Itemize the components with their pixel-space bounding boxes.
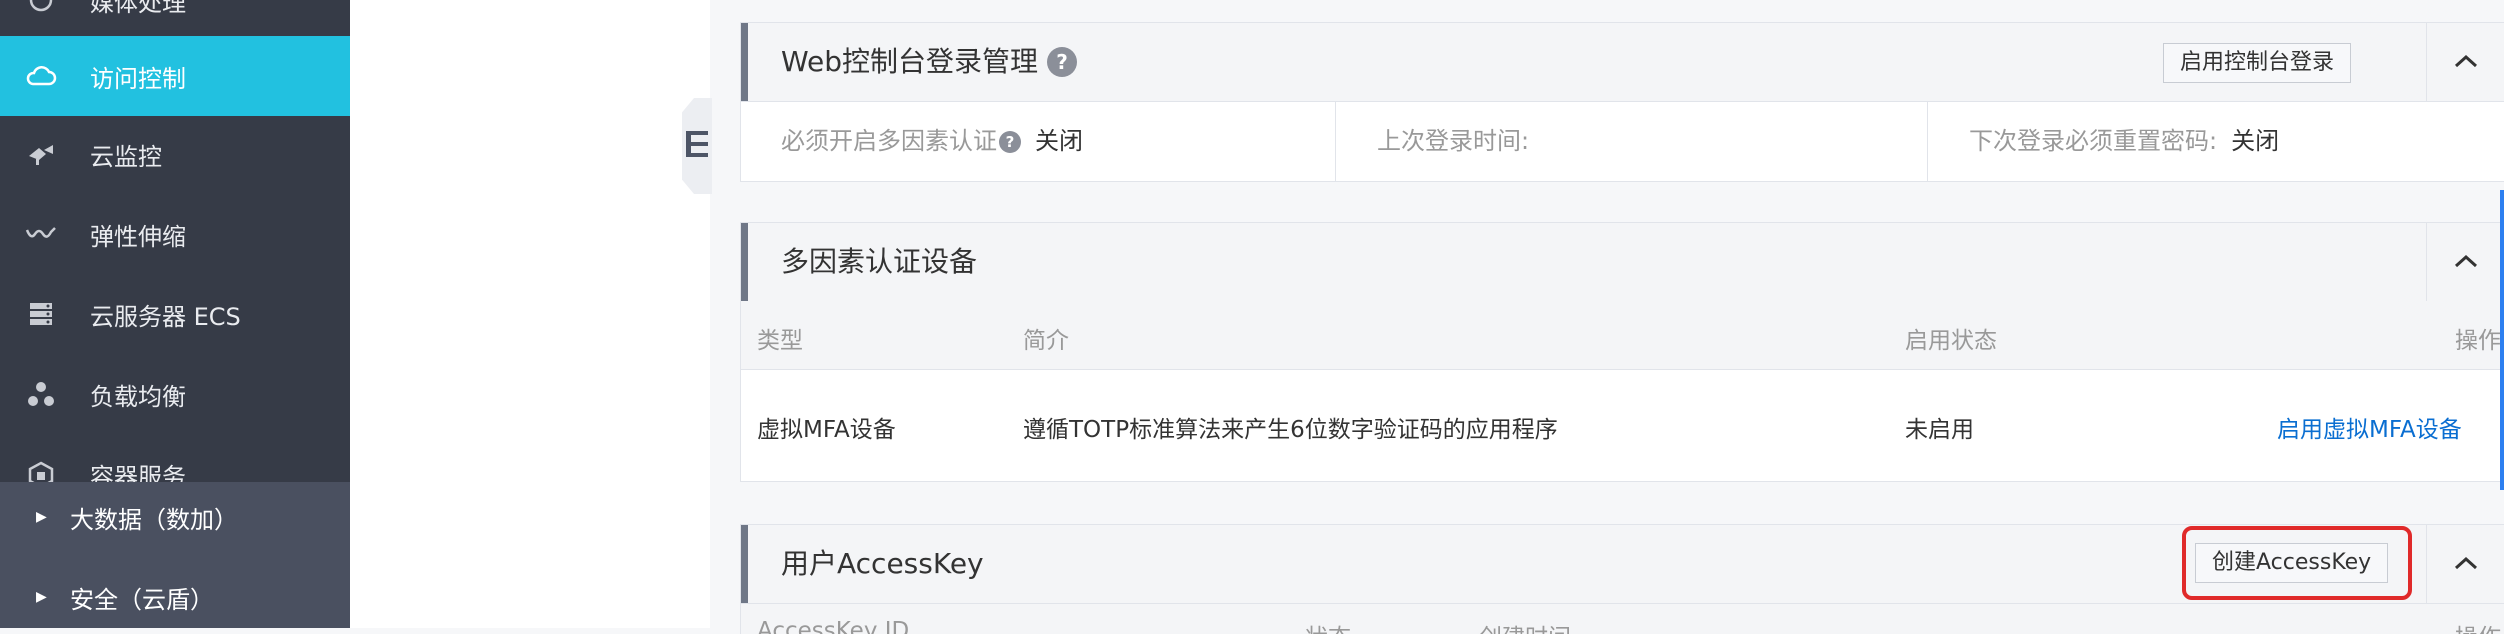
field-label: 下次登录必须重置密码: bbox=[1969, 127, 2218, 155]
column-header: 操作 bbox=[2455, 328, 2501, 354]
caret-right-icon: ▶ bbox=[36, 589, 47, 605]
sidebar-toggle-button[interactable] bbox=[682, 98, 712, 194]
collapse-panel-button[interactable] bbox=[2426, 223, 2504, 301]
help-icon[interactable]: ? bbox=[1047, 47, 1077, 77]
field-label: 必须开启多因素认证 bbox=[781, 127, 997, 155]
column-header: 状态 bbox=[1305, 618, 1351, 634]
field-value: 关闭 bbox=[2231, 127, 2280, 155]
help-icon[interactable]: ? bbox=[999, 131, 1021, 153]
column-header: 创建时间 bbox=[1479, 618, 1571, 634]
panel-header: Web控制台登录管理 ? 启用控制台登录 bbox=[741, 23, 2504, 102]
sidebar-group-security[interactable]: ▶ 安全（云盾） bbox=[0, 562, 350, 628]
sidebar-item-cloud-monitor[interactable]: 云监控 bbox=[0, 114, 350, 194]
panel-header: 多因素认证设备 bbox=[741, 223, 2504, 302]
sidebar-item-label: 媒体处理 bbox=[90, 0, 186, 17]
monitor-icon bbox=[24, 137, 58, 171]
enable-console-login-button[interactable]: 启用控制台登录 bbox=[2163, 43, 2352, 83]
sidebar-item-label: 负载均衡 bbox=[90, 382, 186, 411]
media-icon bbox=[24, 0, 58, 17]
sidebar-group-big-data[interactable]: ▶ 大数据（数加） bbox=[0, 482, 350, 552]
sidebar-item-load-balancer[interactable]: 负载均衡 bbox=[0, 354, 350, 434]
table-header: AccessKey ID 状态 创建时间 操作 bbox=[741, 604, 2504, 634]
console-login-panel: Web控制台登录管理 ? 启用控制台登录 必须开启多因素认证? 关闭 上次登录时间… bbox=[740, 22, 2504, 182]
content-gutter bbox=[350, 0, 710, 628]
scaling-icon bbox=[24, 217, 58, 251]
scrollbar[interactable] bbox=[2500, 190, 2504, 490]
sidebar-item-label: 云监控 bbox=[90, 142, 162, 171]
column-header: 简介 bbox=[1023, 328, 1069, 354]
server-icon bbox=[24, 297, 58, 331]
mfa-device-panel: 多因素认证设备 类型 简介 启用状态 操作 虚拟MFA设备 遵循TOTP标准算法… bbox=[740, 222, 2504, 482]
field-label: 上次登录时间: bbox=[1377, 127, 1530, 155]
caret-right-icon: ▶ bbox=[36, 509, 47, 525]
sidebar: 媒体处理 访问控制 云监控 弹性伸缩 云服务器 ECS 负载均衡 容器服务 ▶ … bbox=[0, 0, 350, 628]
column-header: 启用状态 bbox=[1905, 328, 1997, 354]
chevron-up-icon bbox=[2454, 555, 2478, 574]
mfa-description-cell: 遵循TOTP标准算法来产生6位数字验证码的应用程序 bbox=[1023, 417, 1558, 443]
collapse-panel-button[interactable] bbox=[2426, 23, 2504, 101]
table-row: 虚拟MFA设备 遵循TOTP标准算法来产生6位数字验证码的应用程序 未启用 启用… bbox=[741, 370, 2504, 482]
sidebar-group-label: 大数据（数加） bbox=[70, 505, 238, 534]
sidebar-item-label: 弹性伸缩 bbox=[90, 222, 186, 251]
cloud-icon bbox=[24, 59, 58, 93]
sidebar-item-access-control[interactable]: 访问控制 bbox=[0, 36, 350, 116]
collapse-menu-icon bbox=[686, 129, 708, 163]
enable-virtual-mfa-link[interactable]: 启用虚拟MFA设备 bbox=[2277, 410, 2462, 444]
sidebar-item-label: 云服务器 ECS bbox=[90, 302, 241, 331]
column-header: 操作 bbox=[2455, 618, 2501, 634]
reset-password-field: 下次登录必须重置密码: 关闭 bbox=[1969, 101, 2279, 181]
highlight-annotation bbox=[2182, 526, 2412, 600]
field-value: 关闭 bbox=[1035, 127, 1083, 155]
sidebar-product-groups: ▶ 大数据（数加） ▶ 安全（云盾） bbox=[0, 482, 350, 628]
mfa-status-cell: 未启用 bbox=[1905, 417, 1974, 443]
load-balance-icon bbox=[24, 377, 58, 411]
last-login-field: 上次登录时间: bbox=[1377, 101, 1543, 181]
table-header: 类型 简介 启用状态 操作 bbox=[741, 301, 2504, 370]
panel-title: 用户AccessKey bbox=[781, 547, 984, 580]
panel-title: 多因素认证设备 bbox=[781, 245, 978, 278]
mfa-type-cell: 虚拟MFA设备 bbox=[757, 417, 896, 443]
sidebar-item-media-processing[interactable]: 媒体处理 bbox=[0, 0, 350, 40]
mfa-required-field: 必须开启多因素认证? 关闭 bbox=[781, 101, 1083, 181]
column-header: 类型 bbox=[757, 328, 803, 354]
sidebar-item-auto-scaling[interactable]: 弹性伸缩 bbox=[0, 194, 350, 274]
collapse-panel-button[interactable] bbox=[2426, 525, 2504, 603]
chevron-up-icon bbox=[2454, 53, 2478, 72]
column-header: AccessKey ID bbox=[757, 618, 910, 634]
sidebar-item-label: 访问控制 bbox=[90, 64, 186, 93]
panel-title: Web控制台登录管理 bbox=[781, 45, 1039, 78]
chevron-up-icon bbox=[2454, 253, 2478, 272]
sidebar-item-ecs[interactable]: 云服务器 ECS bbox=[0, 274, 350, 354]
sidebar-group-label: 安全（云盾） bbox=[70, 585, 214, 614]
